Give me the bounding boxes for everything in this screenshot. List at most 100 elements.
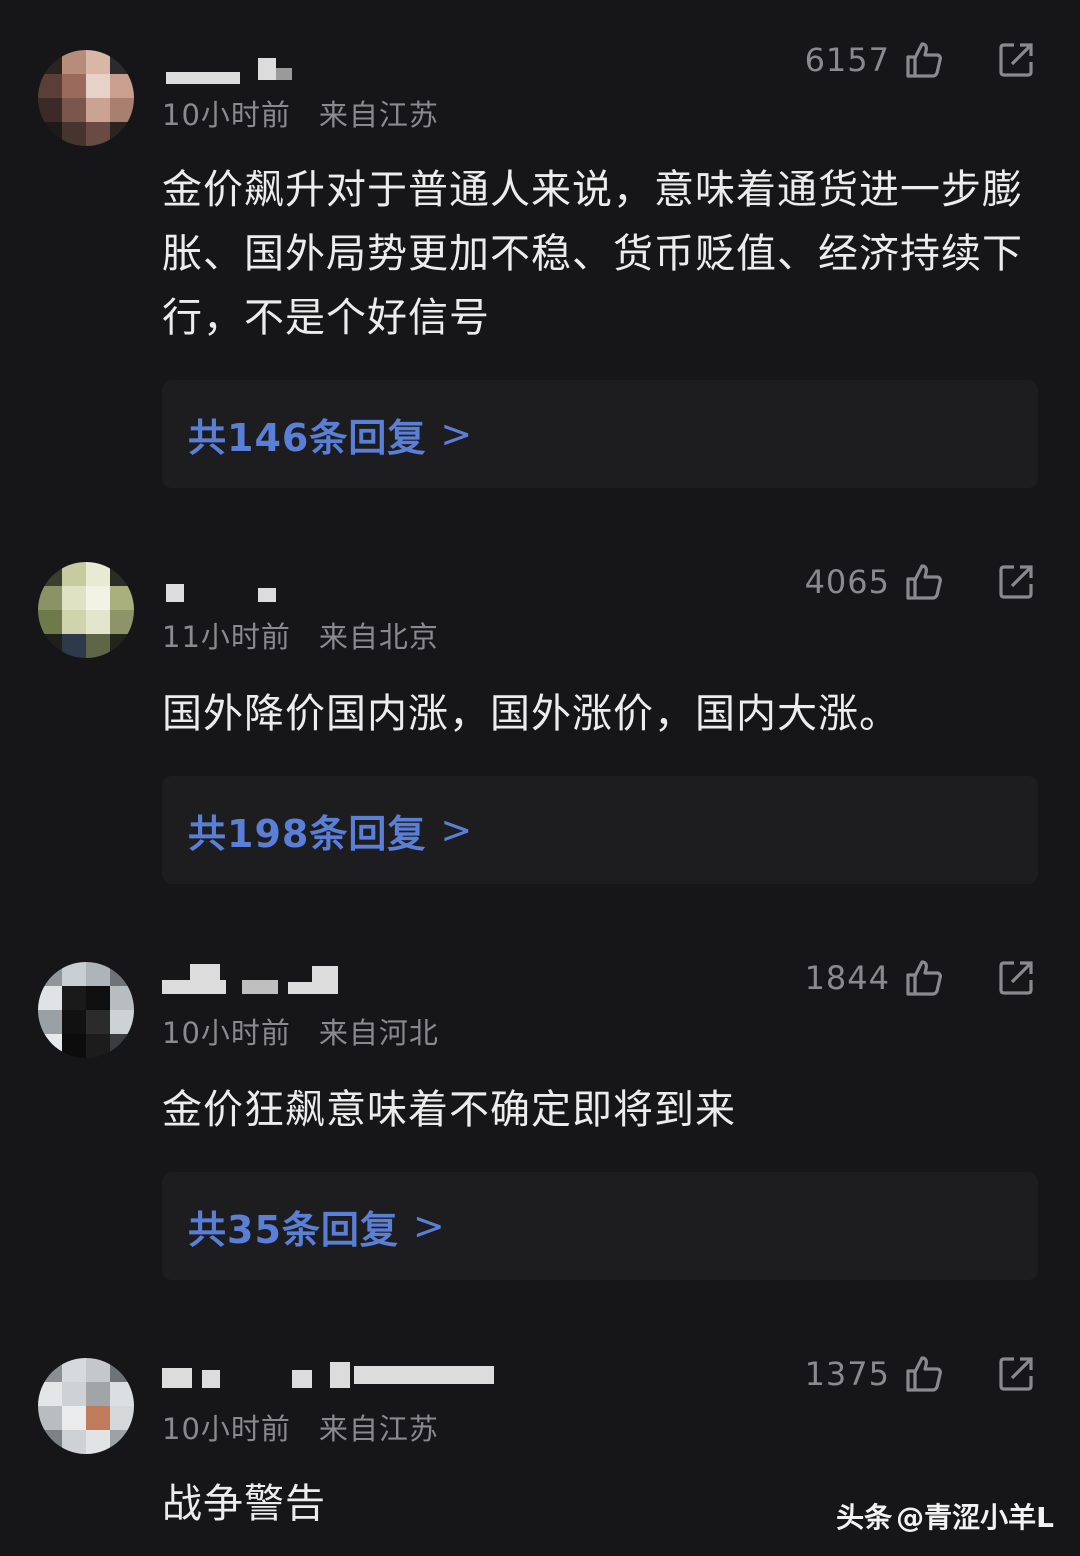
username-blurred[interactable]: [162, 1360, 502, 1394]
comment-time: 10小时前: [162, 98, 291, 132]
view-replies-button[interactable]: 共198条回复 >: [162, 776, 1038, 884]
avatar-pixel: [110, 562, 134, 586]
avatar-pixel: [86, 1358, 110, 1382]
comment-time: 10小时前: [162, 1016, 291, 1050]
comment-text: 金价狂飙意味着不确定即将到来: [162, 1087, 736, 1133]
avatar-pixel: [38, 586, 62, 610]
avatar-pixel: [38, 1358, 62, 1382]
comment-time: 11小时前: [162, 620, 291, 654]
comment-meta: 10小时前 来自河北: [162, 1010, 439, 1052]
watermark-handle: @青涩小羊L: [896, 1501, 1054, 1534]
avatar-pixel: [86, 1034, 110, 1058]
avatar-pixel: [110, 98, 134, 122]
avatar-pixel: [110, 1010, 134, 1034]
avatar-pixel: [86, 50, 110, 74]
avatar-pixel: [62, 74, 86, 98]
avatar-pixel: [62, 1010, 86, 1034]
like-count: 1844: [804, 959, 890, 997]
avatar-pixel: [62, 1430, 86, 1454]
avatar-pixel: [38, 1406, 62, 1430]
comment-meta: 11小时前 来自北京: [162, 614, 439, 656]
avatar-pixel: [86, 586, 110, 610]
comment-meta: 10小时前 来自江苏: [162, 1406, 439, 1448]
avatar-pixel: [110, 1034, 134, 1058]
avatar-pixel: [110, 122, 134, 146]
avatar-pixel: [62, 1358, 86, 1382]
avatar-pixel: [38, 1430, 62, 1454]
share-icon[interactable]: [996, 958, 1036, 998]
avatar-pixel: [38, 74, 62, 98]
avatar-pixel: [62, 586, 86, 610]
avatar-pixel: [62, 50, 86, 74]
view-replies-button[interactable]: 共35条回复 >: [162, 1172, 1038, 1280]
avatar-pixel: [110, 634, 134, 658]
comment-location: 来自江苏: [318, 1412, 439, 1446]
avatar-pixel: [86, 610, 110, 634]
avatar-pixel: [62, 610, 86, 634]
avatar-pixel: [110, 1382, 134, 1406]
avatar-pixel: [62, 98, 86, 122]
avatar-pixel: [38, 1382, 62, 1406]
avatar-pixel: [86, 1010, 110, 1034]
username-blurred[interactable]: [162, 962, 502, 996]
chevron-right-icon: >: [412, 1204, 446, 1248]
share-icon[interactable]: [996, 40, 1036, 80]
comment-time: 10小时前: [162, 1412, 291, 1446]
comment-text: 国外降价国内涨，国外涨价，国内大涨。: [162, 691, 900, 737]
avatar[interactable]: [38, 50, 134, 146]
avatar-pixel: [86, 1430, 110, 1454]
share-icon[interactable]: [996, 1354, 1036, 1394]
avatar-pixel: [110, 1406, 134, 1430]
thumbs-up-icon[interactable]: [904, 958, 944, 998]
avatar-pixel: [86, 962, 110, 986]
avatar-pixel: [38, 962, 62, 986]
avatar-pixel: [110, 1358, 134, 1382]
watermark: 头条 @青涩小羊L: [836, 1496, 1054, 1536]
avatar-pixel: [110, 1430, 134, 1454]
like-count: 4065: [804, 563, 890, 601]
avatar-pixel: [86, 634, 110, 658]
avatar-pixel: [86, 1406, 110, 1430]
share-icon[interactable]: [996, 562, 1036, 602]
avatar-pixel: [62, 1382, 86, 1406]
username-blurred[interactable]: [162, 576, 502, 610]
avatar-pixel: [38, 122, 62, 146]
avatar-pixel: [62, 1406, 86, 1430]
avatar-pixel: [110, 610, 134, 634]
avatar-pixel: [62, 962, 86, 986]
username-blurred[interactable]: [162, 54, 502, 88]
avatar[interactable]: [38, 962, 134, 1058]
comment-location: 来自江苏: [318, 98, 439, 132]
comment-actions: 4065: [805, 562, 1036, 602]
avatar[interactable]: [38, 562, 134, 658]
avatar-pixel: [62, 1034, 86, 1058]
avatar-pixel: [62, 122, 86, 146]
avatar[interactable]: [38, 1358, 134, 1454]
watermark-brand: 头条: [836, 1501, 893, 1534]
avatar-pixel: [86, 1382, 110, 1406]
avatar-pixel: [62, 634, 86, 658]
thumbs-up-icon[interactable]: [904, 40, 944, 80]
avatar-pixel: [38, 986, 62, 1010]
avatar-pixel: [110, 962, 134, 986]
comment-actions: 1375: [805, 1354, 1036, 1394]
avatar-pixel: [86, 122, 110, 146]
like-count: 1375: [804, 1355, 890, 1393]
avatar-pixel: [86, 98, 110, 122]
avatar-pixel: [110, 74, 134, 98]
thumbs-up-icon[interactable]: [904, 1354, 944, 1394]
avatar-pixel: [38, 98, 62, 122]
avatar-pixel: [110, 986, 134, 1010]
avatar-pixel: [38, 634, 62, 658]
avatar-pixel: [38, 1034, 62, 1058]
avatar-pixel: [86, 986, 110, 1010]
comment-text: 金价飙升对于普通人来说，意味着通货进一步膨胀、国外局势更加不稳、货币贬值、经济持…: [162, 167, 1023, 341]
avatar-pixel: [38, 562, 62, 586]
replies-label: 共35条回复: [188, 1207, 399, 1252]
avatar-pixel: [86, 562, 110, 586]
chevron-right-icon: >: [440, 808, 474, 852]
comment-list: 10小时前 来自江苏 6157 金价飙升对于普通人来说，意味着通货进一步膨胀、国外…: [0, 0, 1080, 1556]
view-replies-button[interactable]: 共146条回复 >: [162, 380, 1038, 488]
thumbs-up-icon[interactable]: [904, 562, 944, 602]
comment-location: 来自北京: [318, 620, 439, 654]
